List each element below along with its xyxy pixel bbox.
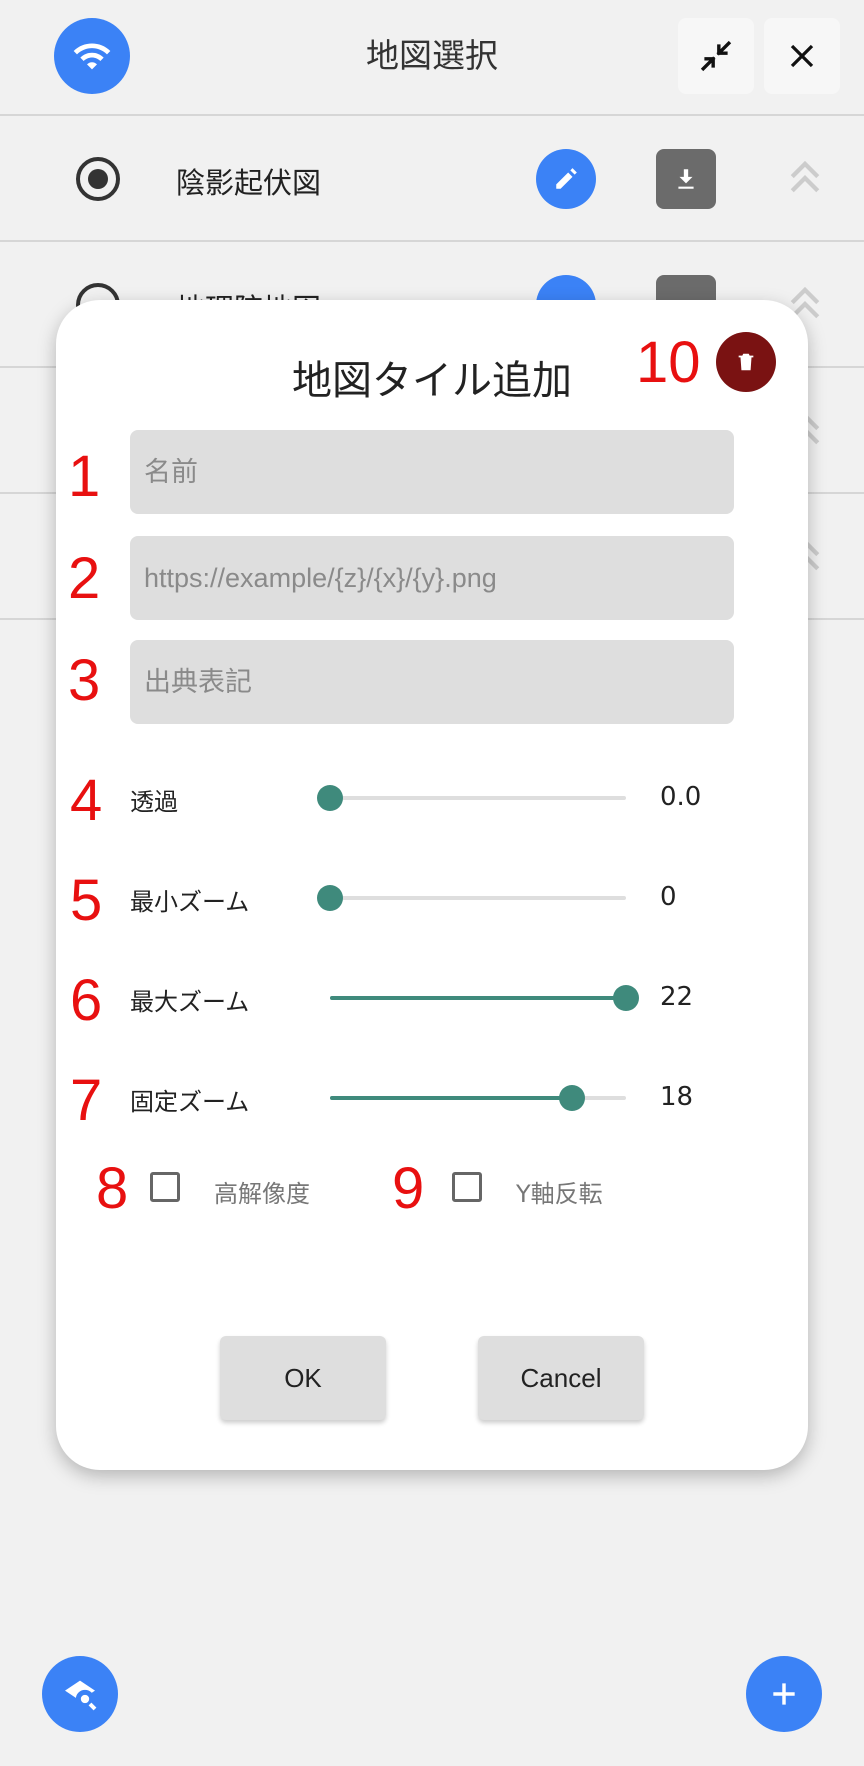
add-map-tile-dialog: 地図タイル追加 10 1 2 3 4 透過 0.0 5 最小ズーム 0 6 最大…	[56, 300, 808, 1470]
checkbox-label: 高解像度	[214, 1180, 310, 1208]
annotation-number: 8	[96, 1156, 129, 1221]
chevron-up-icon[interactable]	[788, 158, 822, 198]
wifi-icon	[73, 43, 111, 70]
close-button[interactable]	[764, 18, 840, 94]
download-icon	[678, 169, 694, 189]
invert-y-checkbox[interactable]	[452, 1172, 482, 1202]
download-button[interactable]	[656, 149, 716, 209]
annotation-number: 10	[636, 330, 701, 395]
attribution-field[interactable]	[130, 640, 734, 724]
edit-button[interactable]	[536, 149, 596, 209]
slider-value: 18	[660, 1082, 694, 1112]
annotation-number: 2	[68, 546, 101, 611]
close-icon	[790, 44, 814, 68]
annotation-number: 6	[70, 968, 103, 1033]
opacity-slider[interactable]	[317, 785, 626, 811]
slider-label: 透過	[130, 788, 178, 816]
annotation-number: 7	[70, 1068, 103, 1133]
slider-label: 固定ズーム	[130, 1088, 250, 1116]
cancel-button[interactable]: Cancel	[478, 1336, 644, 1420]
fixed-zoom-slider[interactable]	[330, 1085, 626, 1111]
annotation-number: 3	[68, 648, 101, 713]
high-resolution-checkbox[interactable]	[150, 1172, 180, 1202]
slider-thumb[interactable]	[317, 885, 343, 911]
slider-thumb[interactable]	[559, 1085, 586, 1111]
delete-button[interactable]	[716, 332, 776, 392]
minimize-button[interactable]	[678, 18, 754, 94]
list-item-label: 陰影起伏図	[176, 166, 322, 200]
slider-value: 0.0	[660, 782, 702, 812]
ok-button[interactable]: OK	[220, 1336, 386, 1420]
header: 地図選択	[0, 0, 864, 116]
trash-icon	[738, 353, 754, 371]
max-zoom-slider[interactable]	[330, 985, 639, 1011]
slider-label: 最大ズーム	[130, 988, 250, 1016]
annotation-number: 1	[68, 444, 101, 509]
annotation-number: 5	[70, 868, 103, 933]
slider-label: 最小ズーム	[130, 888, 250, 916]
search-map-button[interactable]	[42, 1656, 118, 1732]
list-item[interactable]: 陰影起伏図	[0, 116, 864, 242]
plus-icon	[773, 1683, 795, 1705]
slider-thumb[interactable]	[317, 785, 343, 811]
minimize-icon	[700, 40, 732, 72]
radio-selected[interactable]	[76, 157, 120, 201]
min-zoom-slider[interactable]	[317, 885, 626, 911]
slider-value: 22	[660, 982, 694, 1012]
slider-value: 0	[660, 882, 677, 912]
checkbox-label: Y軸反転	[516, 1180, 603, 1208]
pencil-icon	[556, 168, 577, 189]
map-search-icon	[65, 1680, 97, 1711]
wifi-button[interactable]	[54, 18, 130, 94]
url-field[interactable]	[130, 536, 734, 620]
name-field[interactable]	[130, 430, 734, 514]
slider-thumb[interactable]	[613, 985, 639, 1011]
annotation-number: 4	[70, 768, 103, 833]
annotation-number: 9	[392, 1156, 425, 1221]
add-button[interactable]	[746, 1656, 822, 1732]
